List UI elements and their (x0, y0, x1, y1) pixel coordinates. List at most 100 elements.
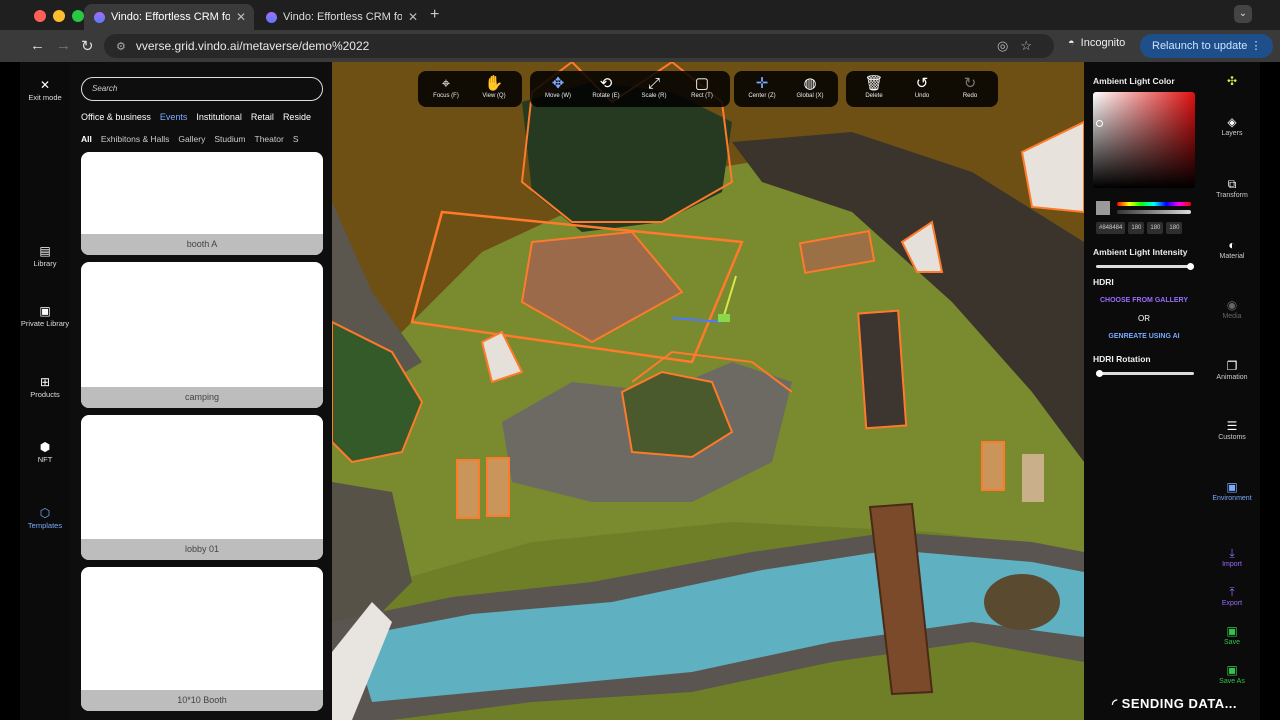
browser-tab-2[interactable]: Vindo: Effortless CRM for Enc ✕ (256, 4, 426, 30)
hand-icon: ✋ (484, 75, 504, 92)
minimize-window-button[interactable] (53, 10, 65, 22)
gizmo-handle[interactable] (718, 314, 730, 322)
g-input[interactable]: 180 (1147, 222, 1164, 234)
hdri-rotation-slider[interactable] (1096, 370, 1194, 377)
relaunch-button[interactable]: Relaunch to update ⋮ (1140, 34, 1274, 58)
transform-button[interactable]: ⧉ Transform (1204, 178, 1260, 201)
color-picker-area[interactable] (1093, 92, 1195, 188)
import-icon: ⤓ (1229, 546, 1235, 560)
template-card[interactable]: 10*10 Booth (81, 567, 323, 711)
category-tab[interactable]: Retail (251, 112, 274, 122)
category-tab[interactable]: Institutional (196, 112, 242, 122)
media-icon: ◉ (1226, 298, 1238, 312)
template-card-label: lobby 01 (81, 539, 323, 560)
reload-icon[interactable]: ↻ (81, 37, 94, 55)
r-input[interactable]: 180 (1128, 222, 1145, 234)
products-button[interactable]: ⊞ Products (20, 376, 70, 400)
subcategory-tab[interactable]: S (293, 134, 299, 144)
scene-render[interactable] (332, 62, 1084, 720)
move-tool[interactable]: ✥ Move (W) (536, 71, 580, 107)
subcategory-tab-selected[interactable]: All (81, 134, 92, 144)
close-tab-icon[interactable]: ✕ (236, 10, 246, 24)
animation-label: Animation (1216, 374, 1248, 381)
exit-mode-button[interactable]: ✕ Exit mode (20, 79, 70, 103)
tab-search-icon[interactable]: ⌄ (1234, 5, 1252, 23)
import-button[interactable]: ⤓ Import (1204, 546, 1260, 570)
template-card[interactable]: lobby 01 (81, 415, 323, 560)
layers-button[interactable]: ◈ Layers (1204, 115, 1260, 139)
library-label: Library (33, 259, 57, 268)
scale-label: Scale (R) (641, 93, 667, 99)
search-input[interactable]: Search (81, 77, 323, 101)
library-button[interactable]: ▤ Library (20, 245, 70, 269)
lounger-4 (1022, 454, 1044, 502)
forward-icon[interactable]: → (56, 37, 71, 54)
subcategory-tab[interactable]: Studium (214, 134, 245, 144)
relaunch-label: Relaunch to update (1152, 40, 1248, 52)
url-field[interactable]: ⚙ vverse.grid.vindo.ai/metaverse/demo%20… (104, 34, 1054, 58)
animation-button[interactable]: ❐ Animation (1204, 360, 1260, 383)
alpha-slider[interactable] (1117, 210, 1191, 214)
subcategory-tab[interactable]: Gallery (178, 134, 205, 144)
spinner-icon: ◜ (1112, 696, 1118, 711)
subcategory-tab[interactable]: Exhibitons & Halls (101, 134, 170, 144)
site-info-icon[interactable]: ⚙ (116, 40, 126, 53)
back-icon[interactable]: ← (30, 37, 45, 54)
rect-tool[interactable]: ▢ Rect (T) (680, 71, 724, 107)
color-picker-handle[interactable] (1096, 120, 1103, 127)
new-tab-button[interactable]: + (430, 6, 439, 24)
focus-tool[interactable]: ⌖ Focus (F) (424, 71, 468, 107)
layers-icon: ◈ (1227, 115, 1237, 129)
slider-knob[interactable] (1096, 370, 1103, 377)
rotate-label: Rotate (E) (592, 93, 620, 99)
slider-knob[interactable] (1187, 263, 1194, 270)
lounger-1 (456, 459, 480, 519)
scale-tool[interactable]: ⤢ Scale (R) (632, 71, 676, 107)
ambient-intensity-slider[interactable] (1096, 263, 1194, 270)
customs-button[interactable]: ☰ Customs (1204, 420, 1260, 443)
b-input[interactable]: 180 (1166, 222, 1183, 234)
incognito-indicator[interactable]: ◓ Incognito (1068, 37, 1125, 49)
environment-button[interactable]: ▣ Environment (1204, 481, 1260, 504)
template-card[interactable]: booth A (81, 152, 323, 255)
save-as-button[interactable]: ▣ Save As (1204, 664, 1260, 687)
window-controls (34, 10, 84, 22)
editor-app: ⌖ Focus (F) ✋ View (Q) ✥ Move (W) ⟲ Rotate (… (20, 62, 1260, 720)
category-tab[interactable]: Office & business (81, 112, 151, 122)
choose-from-gallery-link[interactable]: CHOOSE FROM GALLERY (1084, 297, 1204, 304)
save-icon: ▣ (1226, 624, 1238, 638)
maximize-window-button[interactable] (72, 10, 84, 22)
browser-tab-1[interactable]: Vindo: Effortless CRM for Enc ✕ (84, 4, 254, 30)
hue-slider[interactable] (1117, 202, 1191, 206)
save-button[interactable]: ▣ Save (1204, 624, 1260, 648)
global-tool[interactable]: ◍ Global (X) (788, 71, 832, 107)
hdri-rotation-label: HDRI Rotation (1093, 354, 1151, 364)
subcategory-tab[interactable]: Theator (255, 134, 284, 144)
view-tool[interactable]: ✋ View (Q) (472, 71, 516, 107)
media-label: Media (1222, 313, 1242, 320)
delete-tool[interactable]: 🗑 Delete (852, 71, 896, 107)
close-tab-icon[interactable]: ✕ (408, 10, 418, 24)
template-card-label: camping (81, 387, 323, 408)
category-tab-selected[interactable]: Events (160, 112, 188, 122)
templates-button[interactable]: ⬡ Templates (20, 507, 70, 531)
template-card-label: 10*10 Booth (81, 690, 323, 711)
category-tab[interactable]: Reside (283, 112, 311, 122)
hex-input[interactable]: #848484 (1096, 222, 1126, 234)
scene-viewport[interactable]: ⌖ Focus (F) ✋ View (Q) ✥ Move (W) ⟲ Rotate (… (332, 62, 1084, 720)
redo-tool[interactable]: ↻ Redo (948, 71, 992, 107)
center-tool[interactable]: ✛ Center (Z) (740, 71, 784, 107)
private-library-button[interactable]: ▣ Private Library (20, 305, 70, 329)
undo-tool[interactable]: ↺ Undo (900, 71, 944, 107)
bookmark-star-icon[interactable]: ◎☆ (997, 38, 1044, 54)
nft-button[interactable]: ⬢ NFT (20, 441, 70, 465)
template-card[interactable]: camping (81, 262, 323, 408)
rotate-tool[interactable]: ⟲ Rotate (E) (584, 71, 628, 107)
close-window-button[interactable] (34, 10, 46, 22)
export-button[interactable]: ⤒ Export (1204, 586, 1260, 609)
media-button[interactable]: ◉ Media (1204, 298, 1260, 322)
material-button[interactable]: ◐ Material (1204, 239, 1260, 262)
gizmo-orientation[interactable]: ✣ (1204, 75, 1260, 88)
category-tabs: Office & business Events Institutional Reta… (81, 112, 320, 122)
generate-ai-link[interactable]: GENREATE USING AI (1084, 333, 1204, 340)
